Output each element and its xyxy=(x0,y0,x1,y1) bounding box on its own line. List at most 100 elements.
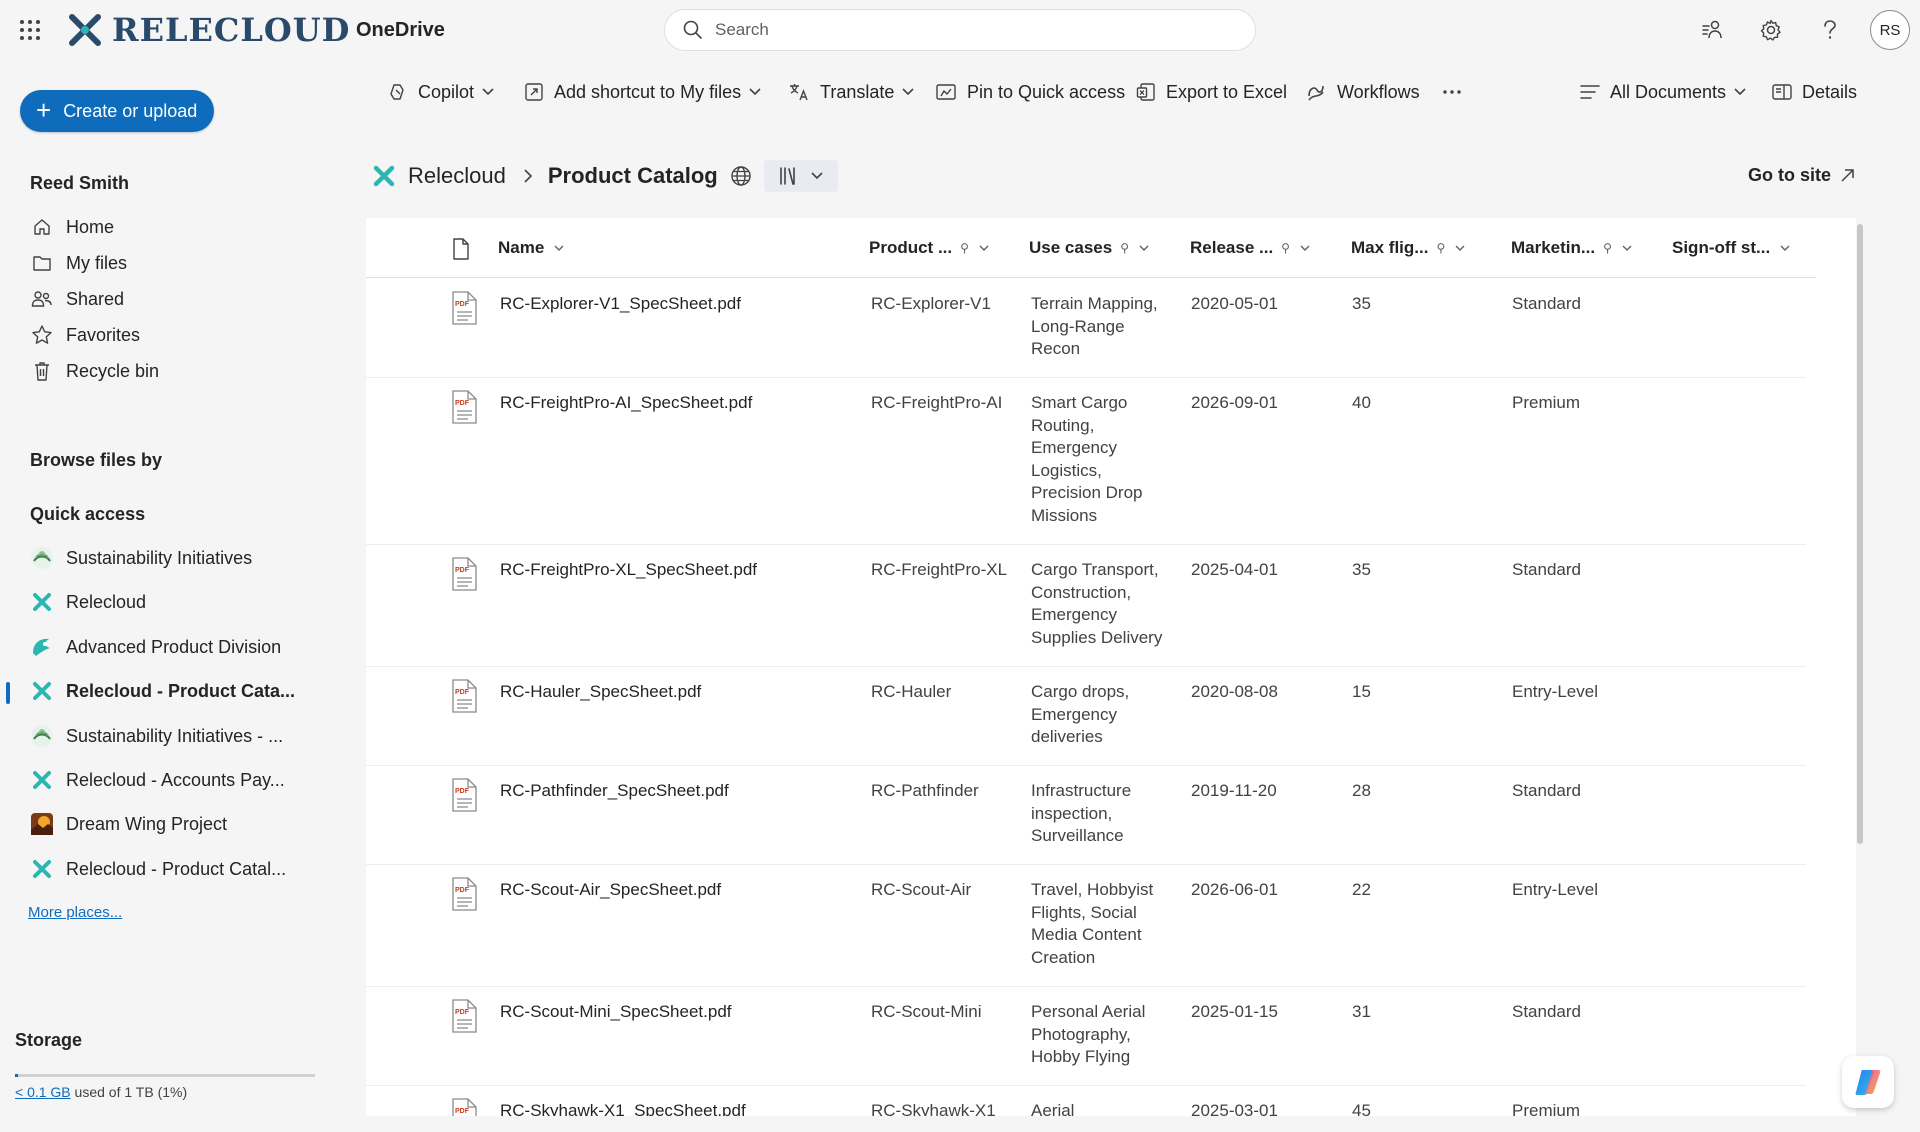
quick-access-label: Relecloud xyxy=(66,591,147,612)
brand-logo[interactable]: RELECLOUD xyxy=(66,10,350,50)
details-button[interactable]: Details xyxy=(1772,76,1857,108)
release-cell: 2020-08-08 xyxy=(1191,682,1278,701)
file-name[interactable]: RC-Hauler_SpecSheet.pdf xyxy=(500,681,701,704)
nav-my-files[interactable]: My files xyxy=(30,245,320,281)
column-max-flight-label: Max flig... xyxy=(1351,238,1429,257)
quick-access-sustainability-initiatives-2[interactable]: Sustainability Initiatives - ... xyxy=(30,718,320,754)
pin-icon xyxy=(935,82,957,102)
ai-column-icon: ⚲ xyxy=(1281,241,1290,255)
file-name[interactable]: RC-Scout-Mini_SpecSheet.pdf xyxy=(500,1001,732,1024)
copilot-floating-button[interactable] xyxy=(1842,1056,1894,1108)
pdf-file-icon: PDF xyxy=(450,999,478,1033)
quick-access-relecloud-product-catalog-2[interactable]: Relecloud - Product Catal... xyxy=(30,851,320,887)
svg-text:PDF: PDF xyxy=(455,689,470,696)
app-launcher-icon[interactable] xyxy=(16,14,44,46)
table-row[interactable]: PDF RC-Skyhawk-X1_SpecSheet.pdf RC-Skyha… xyxy=(366,1086,1806,1116)
release-cell: 2025-01-15 xyxy=(1191,1002,1278,1021)
nav-recycle-bin[interactable]: Recycle bin xyxy=(30,353,320,389)
chevron-down-icon xyxy=(749,88,761,96)
chevron-down-icon xyxy=(1455,245,1465,251)
table-row[interactable]: PDF RC-Explorer-V1_SpecSheet.pdf RC-Expl… xyxy=(366,279,1806,378)
brand-name: RELECLOUD xyxy=(112,11,351,49)
max-flight-cell: 45 xyxy=(1352,1101,1371,1116)
relecloud-site-icon xyxy=(30,590,54,614)
nav-shared[interactable]: Shared xyxy=(30,281,320,317)
shortcut-icon xyxy=(524,82,544,102)
file-name[interactable]: RC-FreightPro-AI_SpecSheet.pdf xyxy=(500,392,752,415)
use-cases-cell: Cargo Transport, Construction, Emergency… xyxy=(1031,560,1163,647)
file-name[interactable]: RC-Skyhawk-X1_SpecSheet.pdf xyxy=(500,1100,746,1116)
product-cell: RC-Pathfinder xyxy=(871,781,979,800)
add-shortcut-button[interactable]: Add shortcut to My files xyxy=(524,76,761,108)
quick-access-dream-wing-project[interactable]: Dream Wing Project xyxy=(30,806,320,842)
file-name[interactable]: RC-Explorer-V1_SpecSheet.pdf xyxy=(500,293,741,316)
more-commands-button[interactable] xyxy=(1442,76,1462,108)
quick-access-relecloud-product-catalog[interactable]: Relecloud - Product Cata... xyxy=(30,673,320,709)
go-to-site-link[interactable]: Go to site xyxy=(1748,165,1855,186)
pin-to-quick-access-button[interactable]: Pin to Quick access xyxy=(935,76,1125,108)
quick-access-label: Sustainability Initiatives - ... xyxy=(66,725,284,746)
chevron-down-icon xyxy=(1300,245,1310,251)
table-row[interactable]: PDF RC-Pathfinder_SpecSheet.pdf RC-Pathf… xyxy=(366,766,1806,865)
file-type-column-icon[interactable] xyxy=(452,238,470,260)
column-header-product[interactable]: Product ... ⚲ xyxy=(869,238,989,258)
workflows-label: Workflows xyxy=(1337,81,1420,102)
quick-access-relecloud-accounts-payable[interactable]: Relecloud - Accounts Pay... xyxy=(30,762,320,798)
nav-home[interactable]: Home xyxy=(30,209,320,245)
table-row[interactable]: PDF RC-FreightPro-XL_SpecSheet.pdf RC-Fr… xyxy=(366,545,1806,667)
nav-favorites[interactable]: Favorites xyxy=(30,317,320,353)
file-name[interactable]: RC-FreightPro-XL_SpecSheet.pdf xyxy=(500,559,757,582)
quick-access-heading[interactable]: Quick access xyxy=(30,504,145,525)
table-row[interactable]: PDF RC-FreightPro-AI_SpecSheet.pdf RC-Fr… xyxy=(366,378,1806,545)
column-header-use-cases[interactable]: Use cases ⚲ xyxy=(1029,238,1149,258)
storage-bar xyxy=(15,1074,315,1077)
table-row[interactable]: PDF RC-Scout-Mini_SpecSheet.pdf RC-Scout… xyxy=(366,987,1806,1086)
file-name[interactable]: RC-Scout-Air_SpecSheet.pdf xyxy=(500,879,721,902)
pin-label: Pin to Quick access xyxy=(967,81,1126,102)
create-or-upload-button[interactable]: + Create or upload xyxy=(20,90,214,132)
dream-wing-site-icon xyxy=(30,812,54,836)
globe-icon[interactable] xyxy=(730,165,752,187)
product-division-site-icon xyxy=(30,635,54,659)
workflows-button[interactable]: Workflows xyxy=(1305,76,1420,108)
file-name[interactable]: RC-Pathfinder_SpecSheet.pdf xyxy=(500,780,729,803)
search-icon xyxy=(683,20,702,39)
more-places-link[interactable]: More places... xyxy=(28,904,122,921)
column-header-signoff[interactable]: Sign-off st... xyxy=(1672,238,1790,258)
list-scrollbar[interactable] xyxy=(1857,224,1863,844)
table-row[interactable]: PDF RC-Hauler_SpecSheet.pdf RC-Hauler Ca… xyxy=(366,667,1806,766)
search-input[interactable] xyxy=(715,20,1215,40)
search-box[interactable] xyxy=(664,9,1256,51)
browse-files-by-heading[interactable]: Browse files by xyxy=(30,450,162,471)
release-cell: 2025-03-01 xyxy=(1191,1101,1278,1116)
relecloud-site-icon xyxy=(372,164,396,188)
help-icon[interactable] xyxy=(1812,12,1848,48)
column-header-release[interactable]: Release ... ⚲ xyxy=(1190,238,1310,258)
quick-access-advanced-product-division[interactable]: Advanced Product Division xyxy=(30,629,320,665)
copilot-button[interactable]: Copilot xyxy=(388,76,494,108)
app-name[interactable]: OneDrive xyxy=(356,19,445,42)
chevron-down-icon xyxy=(979,245,989,251)
list-rows: PDF RC-Explorer-V1_SpecSheet.pdf RC-Expl… xyxy=(366,279,1806,1116)
column-marketing-label: Marketin... xyxy=(1511,238,1596,257)
breadcrumb-root[interactable]: Relecloud xyxy=(408,163,506,189)
storage-usage-text: < 0.1 GB used of 1 TB (1%) xyxy=(15,1084,187,1100)
translate-button[interactable]: Translate xyxy=(788,76,914,108)
pdf-file-icon: PDF xyxy=(450,778,478,812)
relecloud-site-icon xyxy=(30,857,54,881)
user-avatar[interactable]: RS xyxy=(1870,10,1910,50)
library-view-toggle[interactable] xyxy=(763,160,838,192)
quick-access-sustainability-initiatives[interactable]: Sustainability Initiatives xyxy=(30,540,320,576)
people-share-icon[interactable] xyxy=(1694,12,1730,48)
export-to-excel-button[interactable]: Export to Excel xyxy=(1136,76,1287,108)
column-header-max-flight[interactable]: Max flig... ⚲ xyxy=(1351,238,1465,258)
storage-used-link[interactable]: < 0.1 GB xyxy=(15,1084,71,1100)
relecloud-site-icon xyxy=(30,679,54,703)
quick-access-relecloud[interactable]: Relecloud xyxy=(30,584,320,620)
document-list: Name Product ... ⚲ Use cases ⚲ Release .… xyxy=(366,218,1856,1116)
view-switcher-button[interactable]: All Documents xyxy=(1580,76,1746,108)
table-row[interactable]: PDF RC-Scout-Air_SpecSheet.pdf RC-Scout-… xyxy=(366,865,1806,987)
settings-gear-icon[interactable] xyxy=(1753,12,1789,48)
column-header-name[interactable]: Name xyxy=(498,238,564,258)
column-header-marketing[interactable]: Marketin... ⚲ xyxy=(1511,238,1632,258)
